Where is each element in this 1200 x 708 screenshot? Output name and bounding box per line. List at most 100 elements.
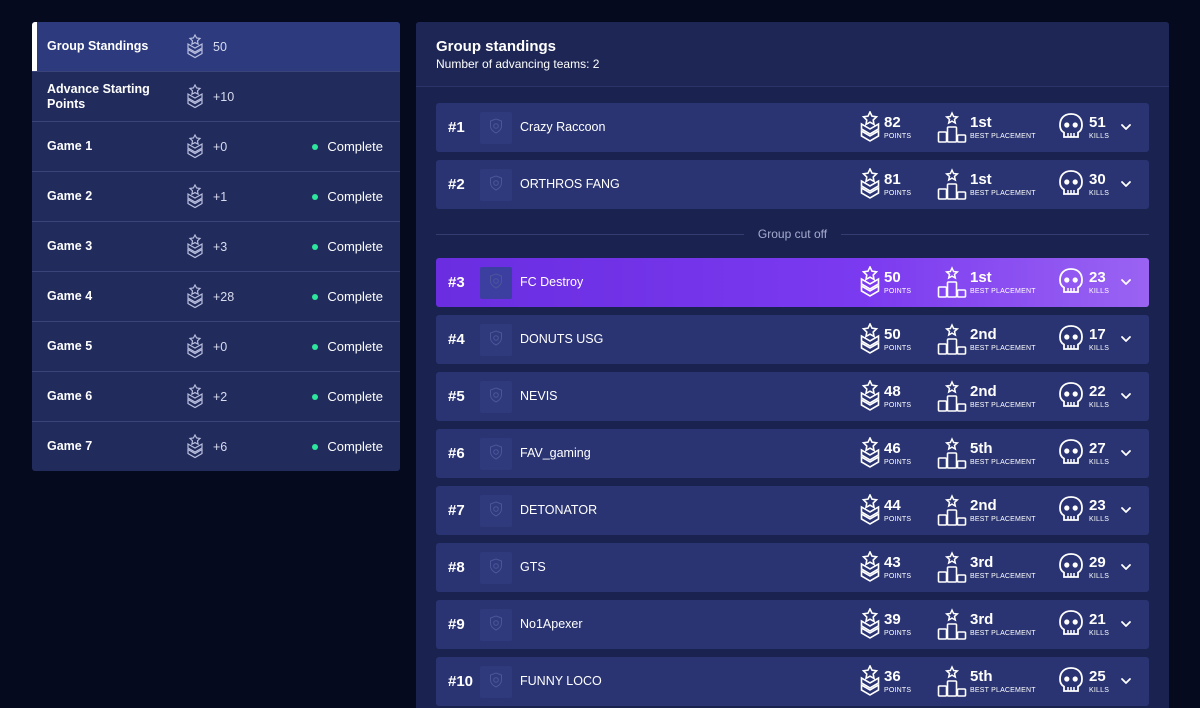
best-placement-label: BEST PLACEMENT [970,345,1036,352]
advancing-teams-note: Number of advancing teams: 2 [436,57,600,71]
group-cutoff-divider: Group cut off [436,226,1149,242]
sidebar-item-advance-starting-points[interactable]: Advance Starting Points +10 [32,72,400,122]
medal-chevron-icon [186,283,204,310]
rank-number: #3 [448,274,465,291]
sidebar-item-points: +1 [213,189,228,204]
sidebar-item-game-2[interactable]: Game 2 +1 Complete [32,172,400,222]
rank-number: #8 [448,559,465,576]
chevron-down-icon[interactable] [1119,503,1133,517]
points-value: 44 [884,497,901,514]
status-badge: Complete [312,139,383,154]
sidebar-item-group-standings[interactable]: Group Standings 50 [32,22,400,72]
sidebar-item-label: Game 1 [47,139,93,153]
team-name: ORTHROS FANG [520,177,620,191]
sidebar-item-game-5[interactable]: Game 5 +0 Complete [32,322,400,372]
kills-label: KILLS [1089,190,1110,197]
sidebar-item-game-6[interactable]: Game 6 +2 Complete [32,372,400,422]
rank-number: #6 [448,445,465,462]
status-dot [312,393,319,400]
chevron-down-icon[interactable] [1119,332,1133,346]
standings-row[interactable]: #6 FAV_gaming 46 POINTS 5th BEST PLACEMENT 27 K… [436,429,1149,478]
team-logo [480,169,512,201]
status-text: Complete [327,139,383,154]
sidebar-item-points: +2 [213,389,228,404]
best-placement-value: 1st [970,114,992,131]
chevron-down-icon[interactable] [1119,617,1133,631]
kills-label: KILLS [1089,345,1110,352]
points-label: POINTS [884,630,912,637]
sidebar-item-game-3[interactable]: Game 3 +3 Complete [32,222,400,272]
panel-header: Group standings Number of advancing team… [416,22,1169,87]
best-placement-label: BEST PLACEMENT [970,459,1036,466]
best-placement-label: BEST PLACEMENT [970,402,1036,409]
chevron-down-icon[interactable] [1119,177,1133,191]
best-placement-value: 1st [970,269,992,286]
group-cutoff-label: Group cut off [757,227,828,241]
team-logo [480,112,512,144]
best-placement-label: BEST PLACEMENT [970,288,1036,295]
sidebar-item-game-4[interactable]: Game 4 +28 Complete [32,272,400,322]
chevron-down-icon[interactable] [1119,446,1133,460]
best-placement-value: 3rd [970,611,994,628]
best-placement-value: 2nd [970,326,997,343]
rank-number: #1 [448,119,465,136]
standings-row[interactable]: #5 NEVIS 48 POINTS 2nd BEST PLACEMENT 22 KILLS [436,372,1149,421]
points-value: 82 [884,114,901,131]
standings-row[interactable]: #3 FC Destroy 50 POINTS 1st BEST PLACEMENT 23 K… [436,258,1149,307]
points-label: POINTS [884,402,912,409]
chevron-down-icon[interactable] [1119,674,1133,688]
medal-chevron-icon [186,133,204,160]
kills-label: KILLS [1089,630,1110,637]
chevron-down-icon[interactable] [1119,120,1133,134]
team-logo [480,381,512,413]
best-placement-value: 2nd [970,383,997,400]
standings-row[interactable]: #8 GTS 43 POINTS 3rd BEST PLACEMENT 29 KILLS [436,543,1149,592]
sidebar-list: Group Standings 50 Advance Starting Points… [32,22,400,471]
status-badge: Complete [312,389,383,404]
team-name: FUNNY LOCO [520,674,602,688]
points-value: 46 [884,440,901,457]
standings-row[interactable]: #1 Crazy Raccoon 82 POINTS 1st BEST PLACEMENT… [436,103,1149,152]
team-logo [480,552,512,584]
shield-icon [489,329,503,351]
points-label: POINTS [884,345,912,352]
stage-sidebar: Group Standings 50 Advance Starting Points… [32,22,400,471]
sidebar-item-label: Game 7 [47,439,93,453]
team-logo [480,438,512,470]
points-label: POINTS [884,133,912,140]
kills-label: KILLS [1089,459,1110,466]
standings-row[interactable]: #2 ORTHROS FANG 81 POINTS 1st BEST PLACEMENT 3… [436,160,1149,209]
chevron-down-icon[interactable] [1119,275,1133,289]
status-badge: Complete [312,339,383,354]
status-badge: Complete [312,239,383,254]
kills-value: 25 [1089,668,1106,685]
status-dot [312,343,319,350]
standings-row[interactable]: #7 DETONATOR 44 POINTS 2nd BEST PLACEMENT 23 KI… [436,486,1149,535]
chevron-down-icon[interactable] [1119,389,1133,403]
best-placement-label: BEST PLACEMENT [970,516,1036,523]
chevron-down-icon[interactable] [1119,560,1133,574]
rank-number: #10 [448,673,474,690]
status-text: Complete [327,289,383,304]
team-logo [480,267,512,299]
rank-number: #9 [448,616,465,633]
standings-row[interactable]: #4 DONUTS USG 50 POINTS 2nd BEST PLACEMENT 17 K… [436,315,1149,364]
shield-icon [489,174,503,196]
best-placement-label: BEST PLACEMENT [970,133,1036,140]
sidebar-item-game-7[interactable]: Game 7 +6 Complete [32,422,400,471]
status-dot [312,193,319,200]
team-name: DETONATOR [520,503,598,517]
sidebar-item-game-1[interactable]: Game 1 +0 Complete [32,122,400,172]
team-logo [480,324,512,356]
sidebar-item-points: +0 [213,139,228,154]
standings-row[interactable]: #9 No1Apexer 39 POINTS 3rd BEST PLACEMENT 21 KI… [436,600,1149,649]
status-dot [312,143,319,150]
standings-row[interactable]: #10 FUNNY LOCO 36 POINTS 5th BEST PLACEMENT 25… [436,657,1149,706]
kills-value: 51 [1089,114,1106,131]
points-value: 36 [884,668,901,685]
team-name: GTS [520,560,546,574]
rank-number: #2 [448,176,465,193]
rank-number: #4 [448,331,465,348]
best-placement-label: BEST PLACEMENT [970,573,1036,580]
sidebar-item-points: 50 [213,39,227,54]
